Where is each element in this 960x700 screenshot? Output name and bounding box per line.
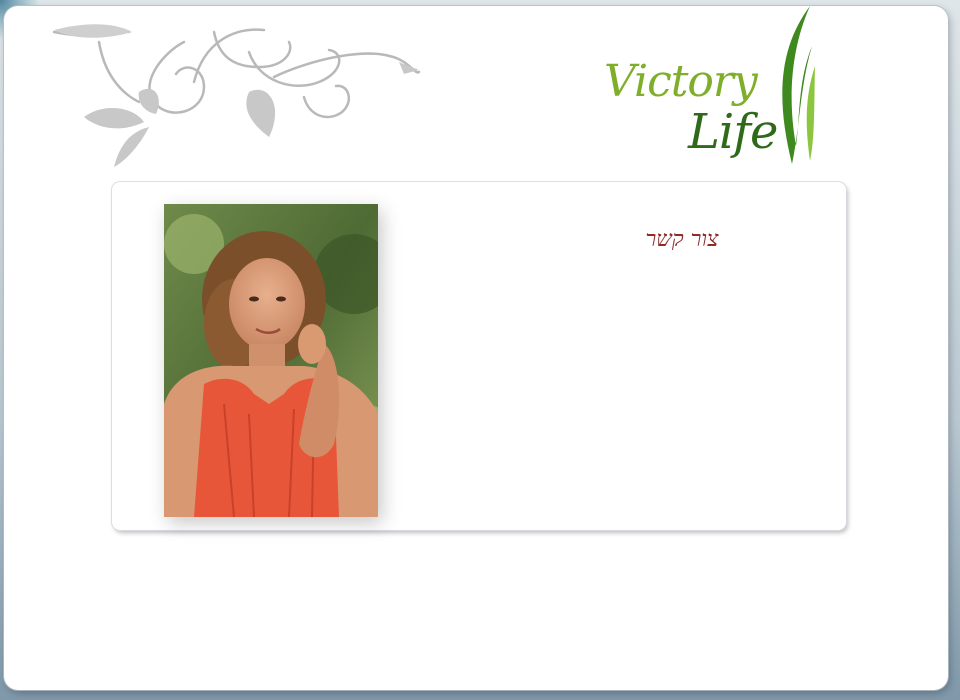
main-card: Victory Life צור קשר	[4, 6, 948, 690]
content-panel: צור קשר	[112, 182, 846, 530]
floral-ornament	[52, 24, 421, 167]
portrait-photo	[164, 204, 378, 517]
contact-heading: צור קשר	[645, 227, 719, 252]
logo-word-life: Life	[688, 104, 778, 160]
logo-word-victory: Victory	[604, 56, 758, 107]
portrait-photo-frame	[164, 204, 378, 517]
victory-life-logo[interactable]: Victory Life	[600, 6, 830, 176]
